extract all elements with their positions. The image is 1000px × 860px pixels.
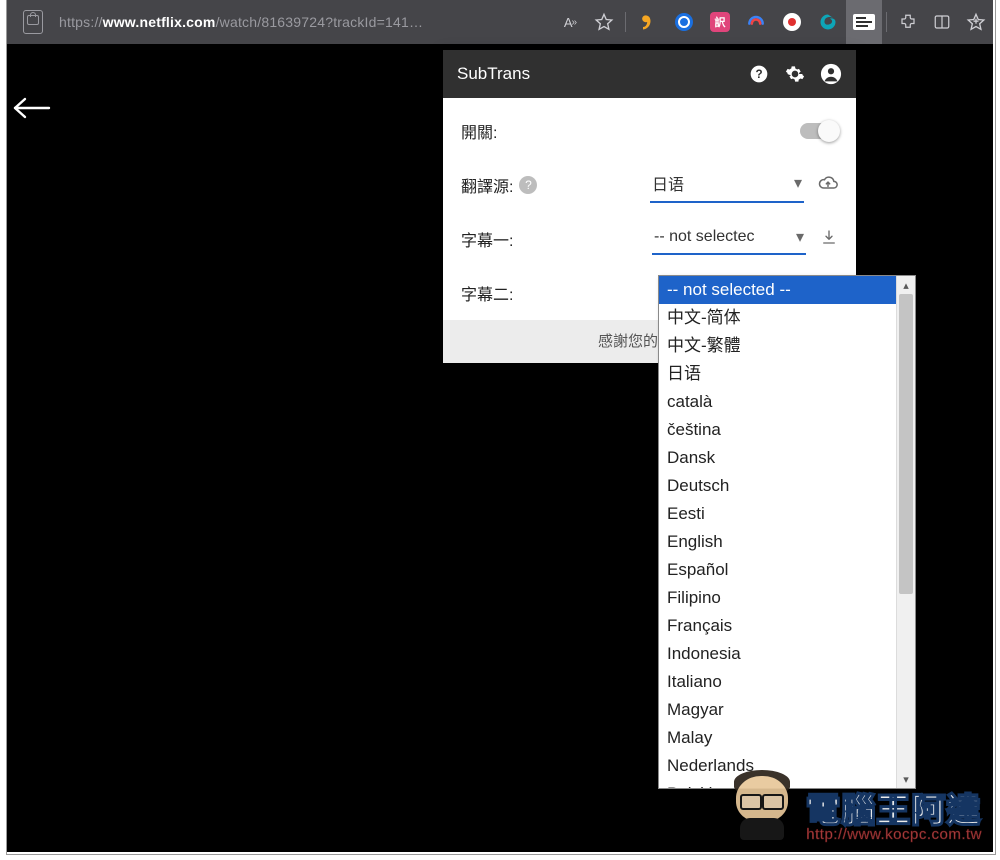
- dropdown-option[interactable]: Malay: [659, 724, 896, 752]
- row-source: 翻譯源: ? 日语 ▾: [443, 158, 856, 212]
- separator: [886, 12, 887, 32]
- extension-1password-icon[interactable]: [666, 0, 702, 44]
- watermark-avatar: [726, 770, 798, 842]
- dropdown-option[interactable]: 中文-简体: [659, 304, 896, 332]
- watermark: 電腦王阿達 http://www.kocpc.com.tw: [726, 770, 982, 842]
- source-select[interactable]: 日语 ▾: [650, 167, 804, 203]
- site-identity-button[interactable]: [7, 10, 59, 34]
- extension-vpn-icon[interactable]: [738, 0, 774, 44]
- popup-title: SubTrans: [457, 64, 530, 84]
- dropdown-option[interactable]: čeština: [659, 416, 896, 444]
- popup-header: SubTrans ?: [443, 50, 856, 98]
- cloud-sync-icon[interactable]: [818, 173, 838, 197]
- watermark-title: 電腦王阿達: [806, 791, 981, 825]
- account-button[interactable]: [820, 63, 842, 85]
- power-toggle[interactable]: [800, 123, 838, 139]
- sub1-label: 字幕一:: [461, 227, 513, 251]
- dropdown-option[interactable]: català: [659, 388, 896, 416]
- dropdown-option[interactable]: Deutsch: [659, 472, 896, 500]
- source-value: 日语: [652, 171, 684, 195]
- sub2-label: 字幕二:: [461, 281, 513, 305]
- download-icon[interactable]: [820, 228, 838, 250]
- split-screen-button[interactable]: [925, 0, 959, 44]
- help-button[interactable]: ?: [748, 63, 770, 85]
- chevron-down-icon: ▾: [796, 227, 804, 247]
- row-sub1: 字幕一: -- not selectec ▾: [443, 212, 856, 266]
- source-label: 翻譯源:: [461, 173, 513, 197]
- scroll-up-arrow[interactable]: ▴: [897, 276, 915, 294]
- extension-subtrans-icon[interactable]: [846, 0, 882, 44]
- lock-icon: [23, 10, 43, 34]
- dropdown-option[interactable]: -- not selected --: [659, 276, 896, 304]
- dropdown-option[interactable]: Magyar: [659, 696, 896, 724]
- collections-button[interactable]: [959, 0, 993, 44]
- dropdown-option[interactable]: 中文-繁體: [659, 332, 896, 360]
- url-path: /watch/81639724?trackId=141…: [216, 14, 424, 30]
- dropdown-scrollbar[interactable]: ▴ ▾: [896, 276, 915, 788]
- separator: [625, 12, 626, 32]
- sub1-select[interactable]: -- not selectec ▾: [652, 223, 806, 255]
- url-scheme: https://: [59, 14, 103, 30]
- browser-toolbar: https://www.netflix.com/watch/81639724?t…: [7, 0, 993, 44]
- dropdown-option[interactable]: Dansk: [659, 444, 896, 472]
- dropdown-option[interactable]: 日语: [659, 360, 896, 388]
- svg-text:?: ?: [755, 68, 762, 81]
- row-power: 開關:: [443, 104, 856, 158]
- settings-button[interactable]: [784, 63, 806, 85]
- sub1-value: -- not selectec: [654, 228, 754, 246]
- dropdown-option[interactable]: English: [659, 528, 896, 556]
- extensions-menu-button[interactable]: [891, 0, 925, 44]
- address-bar[interactable]: https://www.netflix.com/watch/81639724?t…: [59, 14, 423, 30]
- power-label: 開關:: [461, 119, 497, 143]
- dropdown-option[interactable]: Indonesia: [659, 640, 896, 668]
- extension-pink-icon[interactable]: 訳: [702, 0, 738, 44]
- url-host: www.netflix.com: [103, 14, 216, 30]
- extension-comma-icon[interactable]: [630, 0, 666, 44]
- chevron-down-icon: ▾: [794, 173, 802, 193]
- dropdown-option[interactable]: Italiano: [659, 668, 896, 696]
- scroll-thumb[interactable]: [899, 294, 913, 594]
- dropdown-option[interactable]: Filipino: [659, 584, 896, 612]
- help-icon[interactable]: ?: [519, 176, 537, 194]
- extension-record-icon[interactable]: [774, 0, 810, 44]
- dropdown-option[interactable]: Eesti: [659, 500, 896, 528]
- dropdown-option[interactable]: Español: [659, 556, 896, 584]
- favorite-star-button[interactable]: [587, 0, 621, 44]
- reader-mode-button[interactable]: A»: [553, 0, 587, 44]
- dropdown-option[interactable]: Français: [659, 612, 896, 640]
- dropdown-list: -- not selected --中文-简体中文-繁體日语catalàčešt…: [659, 276, 896, 788]
- back-arrow-button[interactable]: [11, 94, 51, 127]
- watermark-url: http://www.kocpc.com.tw: [806, 827, 982, 842]
- extension-edge-icon[interactable]: [810, 0, 846, 44]
- sub1-dropdown[interactable]: -- not selected --中文-简体中文-繁體日语catalàčešt…: [658, 275, 916, 789]
